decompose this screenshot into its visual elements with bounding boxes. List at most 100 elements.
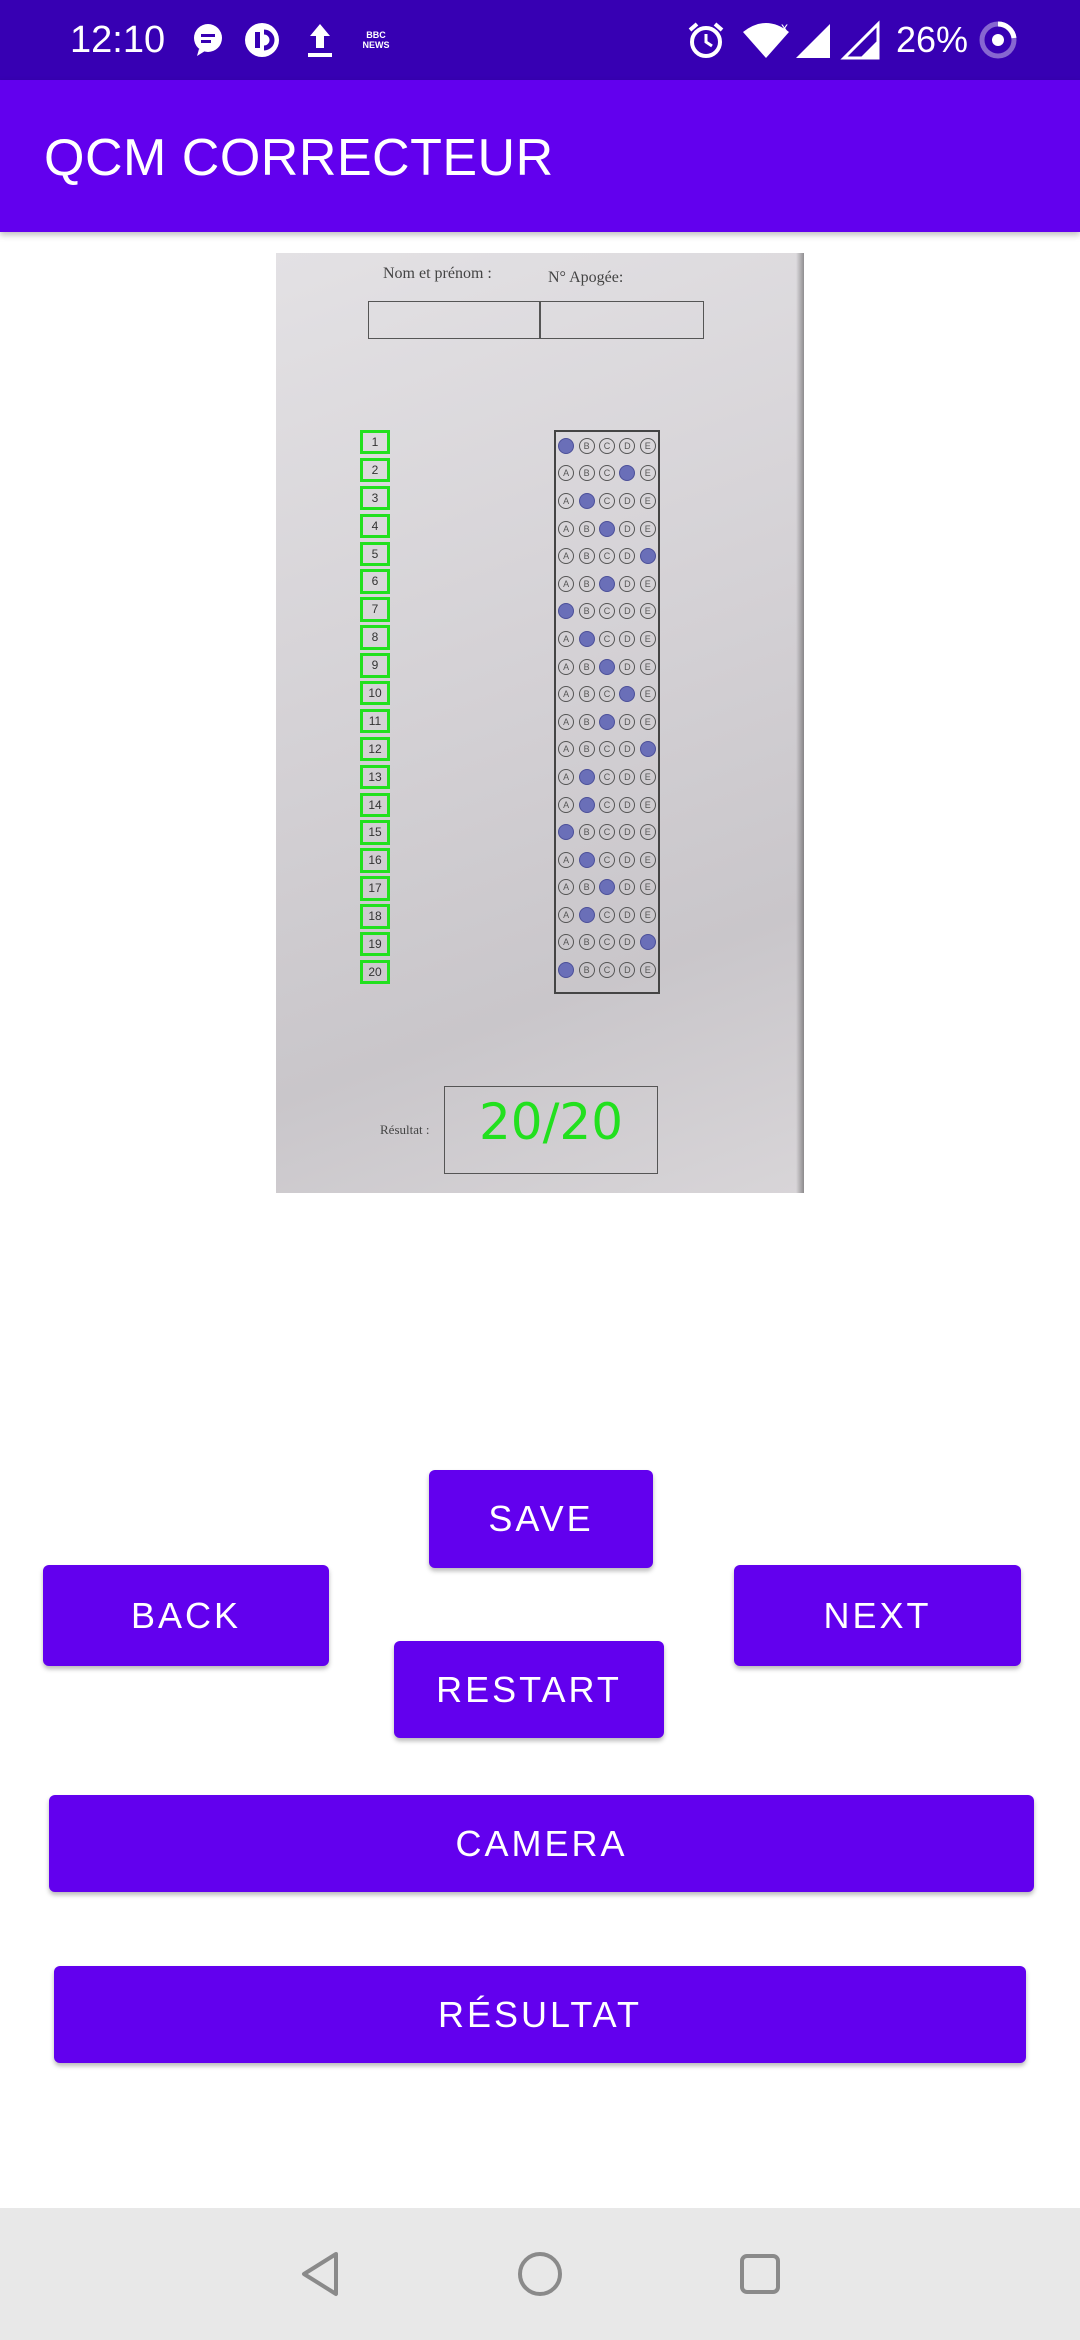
answer-bubble: C [598, 768, 615, 785]
answer-bubble: E [639, 658, 656, 675]
answer-row: ABCDE [556, 736, 658, 764]
message-icon [188, 20, 228, 60]
answer-row: ABCDE [556, 515, 658, 543]
answer-bubble: B [578, 575, 595, 592]
answer-row: ABCDE [556, 791, 658, 819]
answer-row: ABCDE [556, 846, 658, 874]
answer-bubble: D [619, 851, 636, 868]
question-number-box: 12 [360, 736, 390, 762]
answer-bubble: C [598, 492, 615, 509]
recents-nav-icon[interactable] [730, 2244, 790, 2304]
result-label: Résultat : [380, 1122, 430, 1137]
answer-bubble: A [558, 796, 575, 813]
answer-bubble: E [639, 492, 656, 509]
next-button[interactable]: NEXT [734, 1565, 1021, 1666]
app-bar: QCM CORRECTEUR [0, 80, 1080, 232]
answer-bubble: A [558, 548, 575, 565]
home-nav-icon[interactable] [510, 2244, 570, 2304]
answer-bubble: B [578, 962, 595, 979]
answer-bubble: A [558, 962, 575, 979]
answer-row: ABCDE [556, 542, 658, 570]
app-title: QCM CORRECTEUR [44, 129, 554, 187]
answer-bubble: D [619, 824, 636, 841]
name-label: Nom et prénom : [383, 265, 492, 282]
question-number-box: 11 [360, 708, 390, 734]
answer-row: ABCDE [556, 708, 658, 736]
answer-row: ABCDE [556, 818, 658, 846]
answer-row: ABCDE [556, 487, 658, 515]
answer-bubble: D [619, 465, 636, 482]
scanned-answer-sheet: Nom et prénom : N° Apogée: 1 2 3 4 5 6 7 8 9 10 11… [276, 253, 804, 1193]
answer-bubble: C [598, 713, 615, 730]
answer-row: ABCDE [556, 460, 658, 488]
answer-grid: ABCDEABCDEABCDEABCDEABCDEABCDEABCDEABCDE… [554, 430, 660, 994]
answer-bubble: D [619, 713, 636, 730]
question-number-box: 20 [360, 959, 390, 985]
answer-bubble: A [558, 768, 575, 785]
answer-bubble: A [558, 686, 575, 703]
question-number-box: 10 [360, 681, 390, 706]
answer-bubble: B [578, 824, 595, 841]
answer-bubble: B [578, 741, 595, 758]
bbc-text-top: BBC [366, 30, 386, 40]
question-number-box: 15 [360, 820, 390, 845]
answer-bubble: D [619, 630, 636, 647]
answer-bubble: A [558, 713, 575, 730]
answer-row: ABCDE [556, 432, 658, 460]
answer-bubble: E [639, 768, 656, 785]
answer-bubble: A [558, 879, 575, 896]
battery-ring-icon [976, 20, 1020, 60]
answer-bubble: A [558, 520, 575, 537]
answer-bubble: A [558, 741, 575, 758]
signal-icon [838, 20, 882, 60]
answer-bubble: C [598, 741, 615, 758]
answer-bubble: D [619, 741, 636, 758]
answer-bubble: D [619, 658, 636, 675]
answer-bubble: B [578, 851, 595, 868]
question-number-box: 8 [360, 625, 390, 650]
answer-bubble: D [619, 962, 636, 979]
answer-bubble: B [578, 768, 595, 785]
answer-bubble: C [598, 879, 615, 896]
result-score: 20/20 [478, 1093, 624, 1151]
question-number-box: 7 [360, 597, 390, 622]
save-button[interactable]: SAVE [429, 1470, 653, 1568]
answer-bubble: A [558, 906, 575, 923]
result-box: 20/20 [444, 1086, 658, 1174]
answer-bubble: D [619, 768, 636, 785]
answer-bubble: D [619, 575, 636, 592]
restart-button[interactable]: RESTART [394, 1641, 664, 1738]
answer-bubble: C [598, 437, 615, 454]
answer-bubble: B [578, 934, 595, 951]
answer-row: ABCDE [556, 680, 658, 708]
back-button[interactable]: BACK [43, 1565, 329, 1666]
question-number-box: 16 [360, 848, 390, 873]
answer-bubble: A [558, 851, 575, 868]
answer-bubble: C [598, 906, 615, 923]
answer-bubble: A [558, 824, 575, 841]
back-nav-icon[interactable] [290, 2244, 350, 2304]
question-number-box: 18 [360, 904, 390, 929]
answer-bubble: C [598, 630, 615, 647]
answer-bubble: E [639, 962, 656, 979]
answer-bubble: E [639, 879, 656, 896]
answer-row: ABCDE [556, 598, 658, 626]
answer-row: ABCDE [556, 625, 658, 653]
resultat-button[interactable]: RÉSULTAT [54, 1966, 1026, 2063]
answer-bubble: D [619, 548, 636, 565]
answer-bubble: E [639, 713, 656, 730]
answer-bubble: D [619, 796, 636, 813]
answer-bubble: D [619, 520, 636, 537]
question-number-box: 1 [360, 430, 390, 455]
upload-icon [300, 20, 340, 60]
question-number-box: 4 [360, 513, 390, 539]
answer-bubble: D [619, 603, 636, 620]
name-box [368, 301, 704, 339]
navigation-bar [0, 2208, 1080, 2340]
question-number-box: 6 [360, 569, 390, 594]
answer-bubble: C [598, 796, 615, 813]
camera-button[interactable]: CAMERA [49, 1795, 1034, 1892]
answer-bubble: D [619, 879, 636, 896]
question-number-box: 9 [360, 653, 390, 678]
answer-bubble: B [578, 879, 595, 896]
